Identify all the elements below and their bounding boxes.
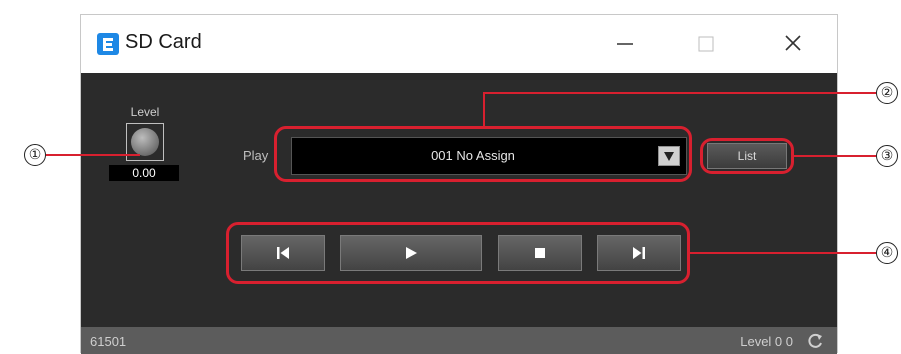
callout-number-2: ② [876,82,898,104]
callout-number-3: ③ [876,145,898,167]
callout-box-list [700,138,794,174]
app-e-icon [97,33,119,55]
refresh-icon[interactable] [805,331,825,351]
status-level: Level 0 0 [740,334,793,349]
callout-line-2b [483,92,876,94]
minimize-icon [617,43,633,45]
sd-card-window: SD Card Level 0.00 Play 001 No Assign Li… [80,14,838,354]
callout-line-1 [46,154,140,156]
window-title: SD Card [125,31,202,53]
maximize-icon [698,36,714,52]
minimize-button[interactable] [605,29,645,59]
callout-number-1: ① [24,144,46,166]
status-bar: 61501 Level 0 0 [81,327,837,354]
status-id: 61501 [90,334,127,349]
callout-box-play [274,126,692,182]
callout-line-4 [690,252,876,254]
callout-box-transport [226,222,690,284]
callout-line-2a [483,92,485,127]
knob-icon [131,128,159,156]
play-label: Play [243,148,269,163]
level-label: Level [130,105,160,119]
close-button[interactable] [773,29,813,59]
level-value: 0.00 [109,165,179,181]
maximize-button[interactable] [685,29,725,59]
close-icon [785,35,801,51]
title-bar[interactable]: SD Card [81,15,837,73]
callout-line-3 [794,155,876,157]
callout-number-4: ④ [876,242,898,264]
sd-card-panel: Level 0.00 Play 001 No Assign List [81,73,837,327]
